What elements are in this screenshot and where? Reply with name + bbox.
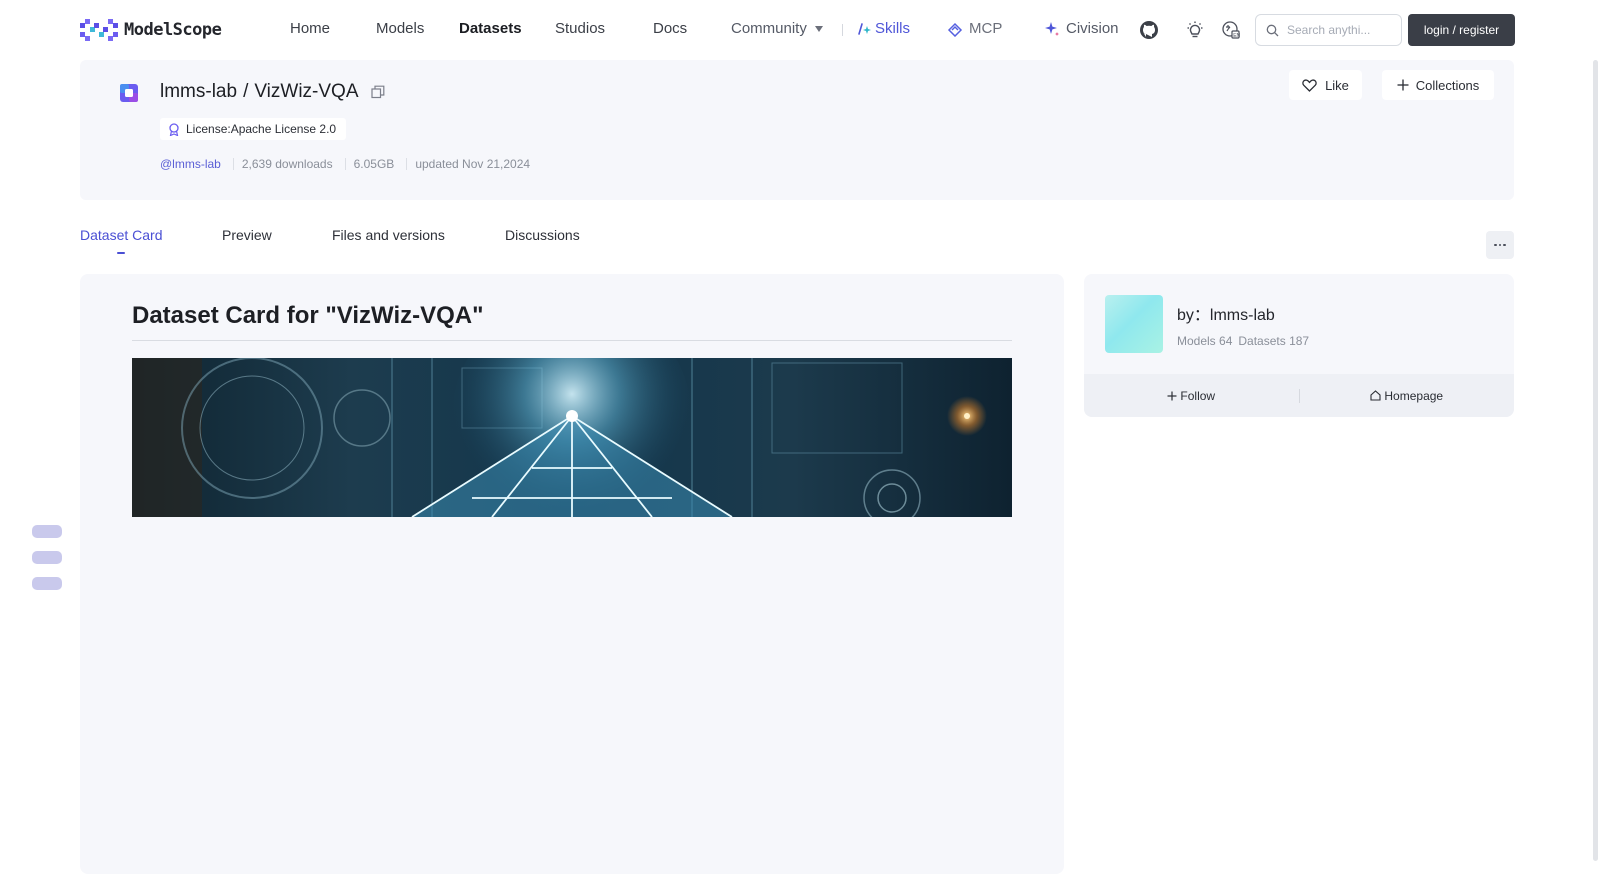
dataset-header: lmms-lab / VizWiz-VQA License:Apache Lic… — [80, 60, 1514, 200]
nav-mcp[interactable]: MCP — [947, 20, 1002, 37]
author-stats: Models 64 Datasets 187 — [1177, 334, 1309, 348]
nav-civision[interactable]: Civision — [1044, 20, 1119, 37]
language-icon[interactable]: EN — [1220, 19, 1242, 41]
meta-divider — [406, 158, 408, 170]
follow-button[interactable]: Follow — [1084, 389, 1299, 403]
nav-skills[interactable]: Skills — [857, 20, 910, 37]
plus-icon — [1397, 79, 1409, 91]
dataset-meta: @lmms-lab 2,639 downloads 6.05GB updated… — [160, 157, 530, 171]
search-box[interactable] — [1255, 14, 1402, 46]
sparkle-icon — [1045, 21, 1059, 36]
author-models-count: Models 64 — [1177, 334, 1233, 348]
nav-home[interactable]: Home — [290, 20, 330, 37]
more-options-button[interactable] — [1486, 231, 1514, 259]
owner-link[interactable]: @lmms-lab — [160, 157, 221, 171]
modelscope-logo-icon — [80, 19, 118, 41]
license-text: License:Apache License 2.0 — [186, 122, 337, 136]
nav-community-label: Community — [731, 20, 807, 37]
like-button[interactable]: Like — [1289, 70, 1362, 100]
nav-skills-label: Skills — [875, 20, 911, 37]
homepage-label: Homepage — [1384, 388, 1444, 403]
dataset-logo-icon — [120, 84, 138, 102]
license-badge: License:Apache License 2.0 — [160, 118, 347, 140]
copy-icon[interactable] — [370, 85, 385, 99]
like-label: Like — [1325, 77, 1349, 93]
author-actions: Follow Homepage — [1084, 374, 1514, 417]
tab-dataset-card[interactable]: Dataset Card — [80, 227, 162, 243]
search-input[interactable] — [1287, 23, 1387, 37]
search-icon — [1266, 24, 1279, 36]
home-icon — [1370, 390, 1381, 401]
collections-button[interactable]: Collections — [1382, 70, 1494, 100]
meta-divider — [232, 158, 234, 170]
license-icon — [169, 122, 179, 136]
nav-mcp-label: MCP — [969, 20, 1003, 37]
dataset-name: VizWiz-VQA — [254, 81, 359, 102]
nav-civision-label: Civision — [1066, 20, 1119, 37]
login-register-button[interactable]: login / register — [1408, 14, 1515, 46]
skills-icon — [858, 22, 871, 35]
more-dot — [1503, 243, 1506, 247]
more-dot — [1498, 243, 1502, 247]
theme-toggle-icon[interactable] — [1184, 19, 1206, 41]
collections-label: Collections — [1415, 77, 1480, 93]
nav-datasets[interactable]: Datasets — [459, 20, 522, 37]
author-name[interactable]: by：lmms-lab — [1177, 301, 1275, 325]
downloads-count: 2,639 downloads — [241, 157, 333, 171]
dataset-title: lmms-lab / VizWiz-VQA — [160, 81, 385, 103]
author-datasets-count: Datasets 187 — [1238, 334, 1310, 348]
nav-community[interactable]: Community — [731, 20, 823, 37]
more-dot — [1494, 243, 1497, 247]
heading-divider — [132, 340, 1012, 341]
heart-icon — [1302, 78, 1317, 92]
mcp-icon — [947, 22, 963, 37]
meta-divider — [344, 158, 346, 170]
updated-date: updated Nov 21,2024 — [415, 157, 531, 171]
modelscope-logo[interactable]: ModelScope — [80, 18, 222, 42]
nav-docs[interactable]: Docs — [653, 20, 687, 37]
outline-pill[interactable] — [32, 551, 62, 564]
plus-icon — [1167, 391, 1177, 400]
caret-down-icon — [814, 25, 823, 32]
nav-studios[interactable]: Studios — [555, 20, 605, 37]
dataset-card-content: Dataset Card for "VizWiz-VQA" — [80, 274, 1064, 874]
tab-files-and-versions[interactable]: Files and versions — [332, 227, 445, 243]
page-outline-indicators — [32, 525, 62, 603]
author-card: by：lmms-lab Models 64 Datasets 187 Follo… — [1084, 274, 1514, 417]
tab-preview[interactable]: Preview — [222, 227, 272, 243]
nav-divider — [842, 24, 843, 36]
dataset-size: 6.05GB — [353, 157, 395, 171]
card-heading: Dataset Card for "VizWiz-VQA" — [132, 302, 484, 329]
title-separator: / — [243, 81, 249, 102]
outline-pill[interactable] — [32, 577, 62, 590]
dataset-banner-image — [132, 358, 1012, 517]
homepage-button[interactable]: Homepage — [1300, 389, 1515, 403]
brand-name: ModelScope — [124, 20, 222, 40]
dataset-owner[interactable]: lmms-lab — [160, 81, 237, 103]
author-avatar[interactable] — [1105, 295, 1163, 353]
github-icon[interactable] — [1138, 19, 1160, 41]
follow-label: Follow — [1180, 388, 1216, 403]
page-scrollbar[interactable] — [1593, 60, 1598, 861]
top-navigation-bar: ModelScope Home Models Datasets Studios … — [0, 0, 1600, 60]
tab-discussions[interactable]: Discussions — [505, 227, 580, 243]
svg-text:EN: EN — [1233, 33, 1240, 39]
nav-models[interactable]: Models — [376, 20, 424, 37]
active-tab-indicator — [117, 252, 125, 254]
outline-pill[interactable] — [32, 525, 62, 538]
